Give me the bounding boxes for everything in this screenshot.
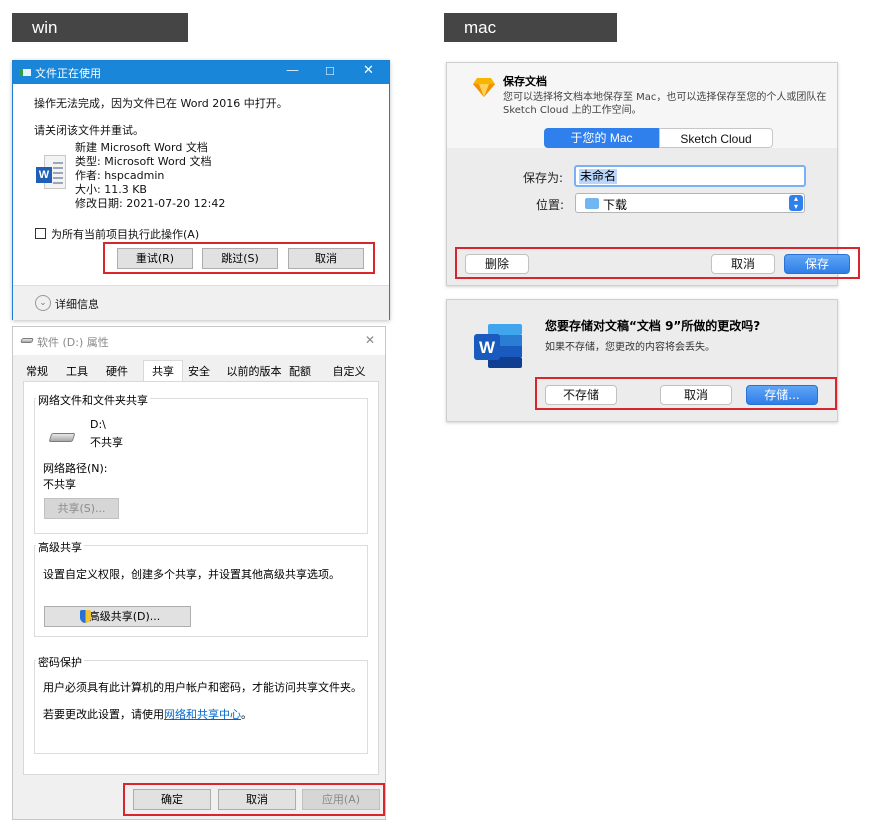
chevron-updown-icon: ▴ ▾ — [789, 195, 803, 211]
word-app-icon: W — [474, 324, 522, 368]
dialog-titlebar: 文件正在使用 — ☐ ✕ — [13, 61, 389, 84]
error-message: 操作无法完成，因为文件已在 Word 2016 中打开。 — [34, 97, 288, 110]
svg-text:W: W — [479, 338, 496, 357]
location-select[interactable]: 下载 ▴ ▾ — [575, 193, 805, 213]
tab-hardware[interactable]: 硬件 — [103, 363, 131, 381]
dialog-title: 保存文档 — [503, 75, 547, 88]
segment-mac[interactable]: 于您的 Mac — [544, 128, 659, 148]
tab-tools[interactable]: 工具 — [63, 363, 91, 381]
maximize-icon[interactable]: ☐ — [325, 65, 335, 78]
drive-share-status: 不共享 — [90, 436, 123, 449]
dialog-title: 软件 (D:) 属性 — [37, 336, 109, 349]
password-description: 用户必须具有此计算机的用户帐户和密码，才能访问共享文件夹。 — [43, 681, 362, 694]
dialog-titlebar: 软件 (D:) 属性 ✕ — [13, 327, 385, 355]
tab-customize[interactable]: 自定义 — [329, 363, 369, 381]
sharing-panel: 网络文件和文件夹共享 D:\ 不共享 网络路径(N): 不共享 共享(S)...… — [23, 381, 379, 775]
word-file-icon: W — [36, 155, 66, 189]
close-icon[interactable]: ✕ — [363, 63, 374, 78]
location-label: 位置: — [536, 198, 565, 212]
drive-properties-dialog: 软件 (D:) 属性 ✕ 常规 工具 硬件 共享 安全 以前的版本 配额 自定义… — [12, 326, 386, 820]
network-path-value: 不共享 — [43, 478, 76, 491]
file-modified: 修改日期: 2021-07-20 12:42 — [75, 197, 226, 210]
sketch-app-icon — [473, 78, 495, 97]
folder-icon — [585, 198, 599, 209]
tab-sharing[interactable]: 共享 — [143, 360, 183, 382]
apply-all-checkbox[interactable] — [35, 228, 46, 239]
dialog-title: 文件正在使用 — [35, 67, 101, 80]
file-in-use-dialog: 文件正在使用 — ☐ ✕ 操作无法完成，因为文件已在 Word 2016 中打开… — [12, 60, 390, 320]
mac-section-label: mac — [444, 13, 617, 42]
highlight-box — [535, 377, 837, 410]
advanced-sharing-button-label: 高级共享(D)... — [88, 610, 161, 623]
drive-name: D:\ — [90, 418, 106, 431]
group-title: 网络文件和文件夹共享 — [36, 392, 150, 408]
share-button[interactable]: 共享(S)... — [44, 498, 119, 519]
win-section-label: win — [12, 13, 188, 42]
drive-icon — [20, 338, 34, 343]
network-path-label: 网络路径(N): — [43, 462, 108, 475]
app-icon — [19, 69, 31, 76]
tab-security[interactable]: 安全 — [185, 363, 213, 381]
location-value: 下载 — [603, 198, 628, 212]
apply-all-label: 为所有当前项目执行此操作(A) — [51, 228, 200, 241]
dialog-footer: ⌄ 详细信息 — [13, 285, 389, 320]
drive-icon — [48, 433, 76, 442]
instruction-text: 请关闭该文件并重试。 — [34, 124, 144, 137]
dialog-description-line2: Sketch Cloud 上的工作空间。 — [503, 105, 642, 116]
dialog-title: 您要存储对文稿“文档 9”所做的更改吗? — [545, 319, 761, 333]
advanced-sharing-description: 设置自定义权限，创建多个共享，并设置其他高级共享选项。 — [43, 568, 340, 581]
save-as-label: 保存为: — [523, 171, 564, 185]
tab-previous-versions[interactable]: 以前的版本 — [226, 363, 282, 381]
chevron-down-icon[interactable]: ⌄ — [35, 295, 51, 311]
tab-general[interactable]: 常规 — [23, 363, 51, 381]
save-as-value: 未命名 — [579, 169, 618, 184]
group-title: 高级共享 — [36, 539, 84, 555]
change-setting-text: 若要更改此设置，请使用网络和共享中心。 — [43, 708, 252, 721]
tab-quota[interactable]: 配额 — [286, 363, 314, 381]
advanced-sharing-button[interactable]: 高级共享(D)... — [44, 606, 191, 627]
dialog-message: 如果不存储，您更改的内容将会丢失。 — [545, 342, 715, 353]
details-toggle[interactable]: 详细信息 — [55, 296, 99, 312]
group-title: 密码保护 — [36, 654, 84, 670]
highlight-box — [455, 247, 860, 279]
highlight-box — [103, 242, 375, 274]
shield-icon — [80, 610, 91, 623]
minimize-icon[interactable]: — — [286, 63, 299, 78]
segment-sketch-cloud[interactable]: Sketch Cloud — [659, 128, 773, 148]
close-icon[interactable]: ✕ — [365, 333, 375, 347]
network-sharing-center-link[interactable]: 网络和共享中心 — [164, 708, 241, 721]
save-as-field[interactable]: 未命名 — [574, 165, 806, 187]
highlight-box — [123, 783, 385, 816]
